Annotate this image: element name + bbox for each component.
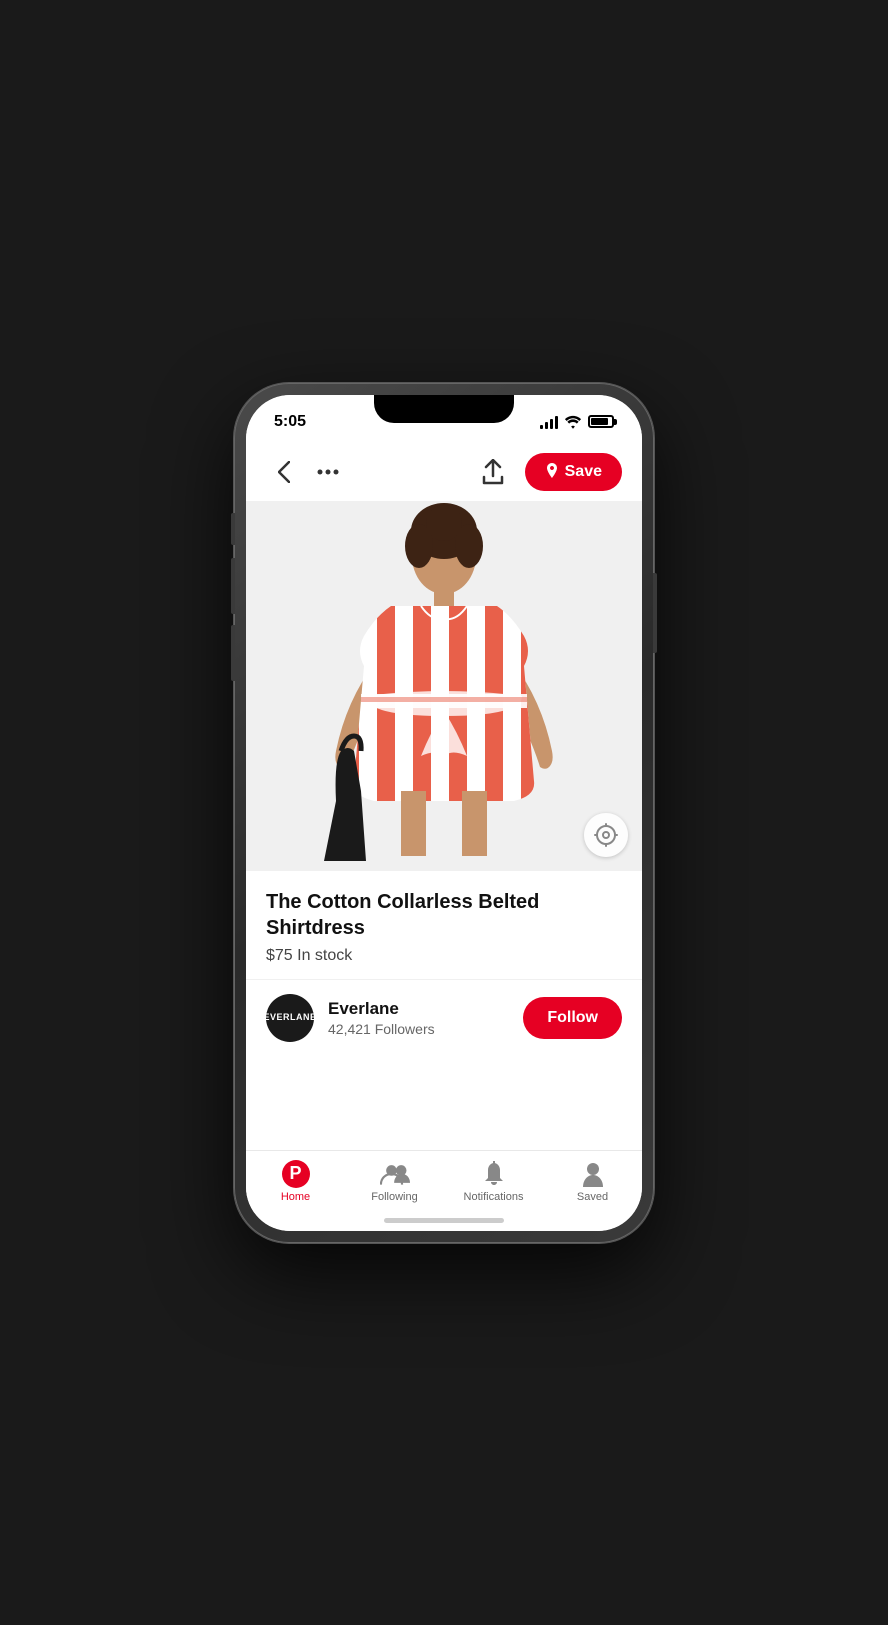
pinterest-logo-icon: P [282, 1160, 310, 1188]
tab-home[interactable]: P Home [246, 1161, 345, 1203]
seller-followers: 42,421 Followers [328, 1021, 523, 1037]
volume-down-button [231, 625, 235, 681]
follow-button[interactable]: Follow [523, 997, 622, 1039]
pin-icon [545, 463, 559, 481]
power-button [653, 573, 657, 653]
following-tab-label: Following [371, 1191, 417, 1203]
status-icons [540, 415, 614, 429]
following-icon [380, 1162, 410, 1186]
following-tab-icon [380, 1161, 410, 1187]
more-options-button[interactable] [310, 454, 346, 490]
person-icon [582, 1161, 604, 1187]
nav-right-actions: Save [475, 453, 622, 491]
volume-up-button [231, 558, 235, 614]
signal-icon [540, 415, 558, 429]
tab-notifications[interactable]: Notifications [444, 1161, 543, 1203]
navigation-bar: Save [246, 443, 642, 501]
seller-avatar[interactable]: EVERLANE [266, 994, 314, 1042]
share-icon [482, 459, 504, 485]
seller-avatar-text: EVERLANE [264, 1012, 317, 1023]
seller-row: EVERLANE Everlane 42,421 Followers Follo… [246, 979, 642, 1056]
tab-following[interactable]: Following [345, 1161, 444, 1203]
product-image [246, 501, 642, 871]
chevron-left-icon [278, 461, 290, 483]
wifi-icon [564, 415, 582, 429]
tab-saved[interactable]: Saved [543, 1161, 642, 1203]
home-tab-label: Home [281, 1191, 310, 1203]
seller-info: Everlane 42,421 Followers [328, 999, 523, 1037]
saved-tab-icon [578, 1161, 608, 1187]
phone-screen: 5:05 [246, 395, 642, 1231]
back-button[interactable] [266, 454, 302, 490]
product-title: The Cotton Collarless Belted Shirtdress [266, 889, 622, 941]
product-price: $75 In stock [266, 947, 622, 965]
mute-button [231, 513, 235, 545]
visual-search-button[interactable] [584, 813, 628, 857]
battery-icon [588, 415, 614, 428]
visual-search-icon [594, 823, 618, 847]
home-tab-icon: P [281, 1161, 311, 1187]
saved-tab-label: Saved [577, 1191, 608, 1203]
phone-frame: 5:05 [234, 383, 654, 1243]
notifications-tab-icon [479, 1161, 509, 1187]
ellipsis-icon [317, 469, 339, 475]
seller-name: Everlane [328, 999, 523, 1019]
status-time: 5:05 [274, 413, 306, 431]
share-button[interactable] [475, 454, 511, 490]
notch [374, 395, 514, 423]
home-indicator [384, 1218, 504, 1223]
notifications-tab-label: Notifications [464, 1191, 524, 1203]
product-info: The Cotton Collarless Belted Shirtdress … [246, 871, 642, 979]
save-button[interactable]: Save [525, 453, 622, 491]
dress-illustration [246, 501, 642, 871]
bell-icon [482, 1161, 506, 1187]
